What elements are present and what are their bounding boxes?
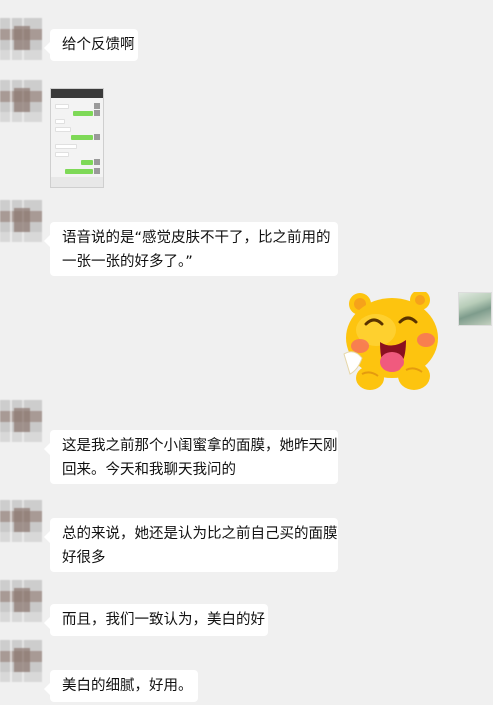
message-bubble[interactable]: 总的来说，她还是认为比之前自己买的面膜 好很多 bbox=[44, 518, 338, 572]
contact-avatar[interactable] bbox=[0, 580, 42, 622]
contact-avatar[interactable] bbox=[0, 500, 42, 542]
message-text: 给个反馈啊 bbox=[62, 37, 135, 53]
contact-avatar[interactable] bbox=[0, 400, 42, 442]
message-text: 这是我之前那个小闺蜜拿的面膜，她昨天刚 bbox=[62, 438, 338, 454]
message-text: 好很多 bbox=[62, 550, 106, 566]
self-avatar[interactable] bbox=[458, 292, 492, 326]
message-bubble[interactable]: 这是我之前那个小闺蜜拿的面膜，她昨天刚 回来。今天和我聊天我问的 bbox=[44, 430, 338, 484]
message-text: 一张一张的好多了。” bbox=[62, 254, 193, 270]
yellow-cartoon-sticker-icon[interactable] bbox=[340, 292, 448, 396]
message-bubble[interactable]: 美白的细腻，好用。 bbox=[44, 670, 198, 702]
message-text: 美白的细腻，好用。 bbox=[62, 678, 193, 694]
message-bubble[interactable]: 语音说的是“感觉皮肤不干了，比之前用的 一张一张的好多了。” bbox=[44, 222, 338, 276]
contact-avatar[interactable] bbox=[0, 18, 42, 60]
contact-avatar[interactable] bbox=[0, 200, 42, 242]
message-text: 回来。今天和我聊天我问的 bbox=[62, 462, 236, 478]
message-text: 总的来说，她还是认为比之前自己买的面膜 bbox=[62, 526, 338, 542]
message-bubble[interactable]: 给个反馈啊 bbox=[44, 29, 138, 61]
screenshot-thumbnail-icon[interactable] bbox=[50, 88, 104, 188]
message-bubble[interactable]: 而且，我们一致认为，美白的好 bbox=[44, 604, 268, 636]
message-text: 语音说的是“感觉皮肤不干了，比之前用的 bbox=[62, 230, 331, 246]
contact-avatar[interactable] bbox=[0, 640, 42, 682]
message-text: 而且，我们一致认为，美白的好 bbox=[62, 612, 265, 628]
contact-avatar[interactable] bbox=[0, 80, 42, 122]
